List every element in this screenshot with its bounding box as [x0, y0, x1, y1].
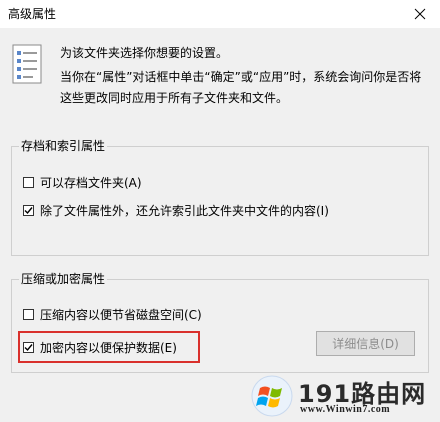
details-button[interactable]: 详细信息(D)	[316, 331, 415, 356]
index-content-option[interactable]: 除了文件属性外，还允许索引此文件夹中文件的内容(I)	[23, 202, 329, 219]
window-title: 高级属性	[8, 7, 57, 21]
description-line-1: 为该文件夹选择你想要的设置。	[60, 46, 229, 60]
archive-option-label: 可以存档文件夹(A)	[40, 176, 142, 190]
title-bar: 高级属性	[0, 0, 440, 28]
description-line-2: 当你在“属性”对话框中单击“确定”或“应用”时，系统会询问你是否将这些更改同时应…	[60, 70, 422, 105]
highlight-box	[18, 331, 200, 363]
index-option-label: 除了文件属性外，还允许索引此文件夹中文件的内容(I)	[40, 204, 329, 218]
watermark: 191路由网 www.Winwin7.com	[248, 372, 438, 420]
index-checkbox[interactable]	[23, 205, 34, 216]
archive-group-title: 存档和索引属性	[19, 137, 108, 154]
archive-folder-option[interactable]: 可以存档文件夹(A)	[23, 174, 142, 191]
settings-document-icon	[12, 44, 42, 84]
close-icon	[414, 8, 426, 20]
watermark-url: www.Winwin7.com	[300, 404, 391, 415]
compress-checkbox[interactable]	[23, 309, 34, 320]
checkmark-icon	[24, 207, 33, 215]
close-button[interactable]	[406, 2, 434, 26]
compress-option[interactable]: 压缩内容以便节省磁盘空间(C)	[23, 306, 202, 323]
archive-checkbox[interactable]	[23, 177, 34, 188]
archive-index-group	[11, 146, 429, 256]
compress-group-title: 压缩或加密属性	[19, 270, 108, 287]
windows-logo-icon	[251, 375, 293, 417]
compress-option-label: 压缩内容以便节省磁盘空间(C)	[40, 308, 202, 322]
